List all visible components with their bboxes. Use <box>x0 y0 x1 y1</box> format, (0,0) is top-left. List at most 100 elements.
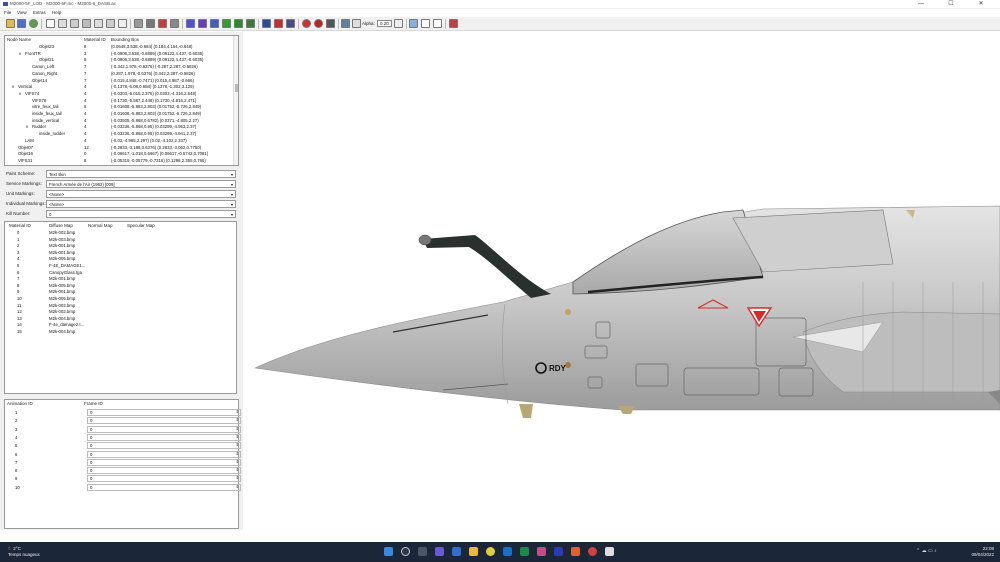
photoshop-icon[interactable] <box>554 547 563 556</box>
spinner-arrows-icon[interactable]: ⇕ <box>236 484 239 490</box>
material-row[interactable]: 12 M2k-002.bmp <box>5 309 235 316</box>
material-row[interactable]: 6 CanopyGlass.tga <box>5 270 235 277</box>
menu-file[interactable]: File <box>4 10 11 15</box>
explosion-icon[interactable] <box>314 19 323 28</box>
clock[interactable]: 22:08 09/04/2022 <box>971 546 994 558</box>
copy-icon[interactable] <box>394 19 403 28</box>
chrome-icon[interactable] <box>486 547 495 556</box>
tree-row[interactable]: inside_vertical 4 (-0.03505,-5.868,0.6782)… <box>5 118 235 125</box>
expand-chevron-icon[interactable]: v <box>12 84 14 91</box>
field-dropdown[interactable]: Text skin ▾ <box>46 170 236 178</box>
system-tray[interactable]: ⌃ ☁ ▭ ♪ <box>916 548 937 554</box>
material-row[interactable]: 3 M2k-001.bmp <box>5 250 235 257</box>
3d-viewport[interactable]: RDY <box>243 32 1000 530</box>
materials-table[interactable]: Material ID Diffuse Map Normal Map Specu… <box>4 221 237 394</box>
word-icon[interactable] <box>452 547 461 556</box>
tree-row[interactable]: VIFS31 6 (-0.05319,-0.05779,-0.7316) (0.12… <box>5 158 235 165</box>
lod-icon[interactable] <box>246 19 255 28</box>
spinner-arrows-icon[interactable]: ⇕ <box>236 467 239 473</box>
nodes-icon[interactable] <box>286 19 295 28</box>
tree-row[interactable]: Canon_Right 7 (0.287,1.978,-0.6376) (0.342… <box>5 71 235 78</box>
tree-row[interactable]: Objet07 12 (-0.2833,-3.188,0.6376) (0.2833… <box>5 145 235 152</box>
tree-row[interactable]: VIFS78 4 (-0.1730,-5.587,2.448) (0.1730,-4… <box>5 98 235 105</box>
spinner-arrows-icon[interactable]: ⇕ <box>236 426 239 432</box>
frame-spinner[interactable]: 0 ⇕ <box>87 433 241 441</box>
material-row[interactable]: 4 M2k-005.bmp <box>5 256 235 263</box>
chevron-up-icon[interactable]: ⌃ <box>916 548 920 554</box>
tree-scroll-thumb[interactable] <box>235 84 238 92</box>
maximize-button[interactable]: ☐ <box>940 0 962 9</box>
app-icon-2[interactable] <box>571 547 580 556</box>
spinner-arrows-icon[interactable]: ⇕ <box>236 442 239 448</box>
frame-spinner[interactable]: 0 ⇕ <box>87 458 241 466</box>
material-row[interactable]: 1 M2k-003.bmp <box>5 237 235 244</box>
frame-spinner[interactable]: 0 ⇕ <box>87 450 241 458</box>
layers-icon[interactable] <box>222 19 231 28</box>
tree-row[interactable]: vitre_feux_tail 6 (-0.01608,-5.883,2.803) … <box>5 104 235 111</box>
material-row[interactable]: 5 F-4E_DAMAGE1... <box>5 263 235 270</box>
chat-icon[interactable] <box>435 547 444 556</box>
menu-extras[interactable]: Extras <box>33 10 46 15</box>
tree-row[interactable]: Canon_Left 7 (-0.342,1.978,-0.6376) (-0.28… <box>5 64 235 71</box>
textured-icon[interactable] <box>158 19 167 28</box>
tree-row[interactable]: Objet14 7 (-0.015,4.848,-0.7471) (0.015,4.… <box>5 78 235 85</box>
view-front-icon[interactable] <box>58 19 67 28</box>
photos-icon[interactable] <box>537 547 546 556</box>
alpha-spinner[interactable]: 0.20 <box>377 20 392 27</box>
tree-row[interactable]: Objet16 0 (-0.06617,-1.018,0.6667) (0.0661… <box>5 151 235 158</box>
wireframe-icon[interactable] <box>134 19 143 28</box>
smoke-icon[interactable] <box>326 19 335 28</box>
solid-icon[interactable] <box>146 19 155 28</box>
tree-row[interactable]: v Vertical 4 (-0.1378,-6.08,0.658) (0.1378,… <box>5 84 235 91</box>
view-right-icon[interactable] <box>94 19 103 28</box>
tree-row[interactable]: Objet21 8 (-0.0906,3.538,-0.6889) (0.09122… <box>5 57 235 64</box>
view-bottom-icon[interactable] <box>118 19 127 28</box>
tools-icon[interactable] <box>449 19 458 28</box>
tree-row[interactable]: v VIFS74 4 (-0.0303,-6.015,2.376) (0.0303,-… <box>5 91 235 98</box>
axes-icon[interactable] <box>421 19 430 28</box>
paint-icon[interactable] <box>198 19 207 28</box>
chevron-down-icon[interactable]: ▾ <box>231 181 233 188</box>
effects-icon[interactable] <box>302 19 311 28</box>
tree-row[interactable]: LAM 4 (-0.02,-4.965,2.297) (0.02,-4.102,2.… <box>5 138 235 145</box>
tree-row[interactable]: inside_rudder 4 (-0.03236,-5.868,0.95) (0.… <box>5 131 235 138</box>
frame-spinner[interactable]: 0 ⇕ <box>87 483 241 491</box>
node-tree[interactable]: Node Name Material ID Bounding Box Objet… <box>4 35 239 166</box>
frame-spinner[interactable]: 0 ⇕ <box>87 467 241 475</box>
start-icon[interactable] <box>384 547 393 556</box>
field-dropdown[interactable]: <None> ▾ <box>46 190 236 198</box>
frame-spinner[interactable]: 0 ⇕ <box>87 409 241 416</box>
spinner-arrows-icon[interactable]: ⇕ <box>236 434 239 440</box>
close-button[interactable]: ✕ <box>970 0 992 9</box>
spinner-arrows-icon[interactable]: ⇕ <box>236 417 239 423</box>
camera-icon[interactable] <box>262 19 271 28</box>
color-mode-icon[interactable] <box>186 19 195 28</box>
menu-view[interactable]: View <box>17 10 27 15</box>
save-icon[interactable] <box>17 19 26 28</box>
export-icon[interactable] <box>433 19 442 28</box>
material-row[interactable]: 11 M2k-002.bmp <box>5 303 235 310</box>
material-row[interactable]: 2 M2k-001.bmp <box>5 243 235 250</box>
weather-widget[interactable]: ☾ 2°C Temps nuageux <box>8 546 40 557</box>
window-icon[interactable] <box>409 19 418 28</box>
chevron-down-icon[interactable]: ▾ <box>231 171 233 178</box>
frame-spinner[interactable]: 0 ⇕ <box>87 417 241 425</box>
spinner-arrows-icon[interactable]: ⇕ <box>236 409 239 415</box>
damage-icon[interactable] <box>234 19 243 28</box>
refresh-icon[interactable] <box>29 19 38 28</box>
field-dropdown[interactable]: 0 ▾ <box>46 210 236 218</box>
chevron-down-icon[interactable]: ▾ <box>231 211 233 218</box>
frame-spinner[interactable]: 0 ⇕ <box>87 475 241 483</box>
record-icon[interactable] <box>274 19 283 28</box>
app-icon-3[interactable] <box>588 547 597 556</box>
animations-table[interactable]: Animation ID Frame ID 1 0 ⇕ 2 0 ⇕ 3 0 ⇕ 4 0 ⇕ 5 0 ⇕ 6 0 ⇕… <box>4 399 241 529</box>
material-row[interactable]: 10 M2k-005.bmp <box>5 296 235 303</box>
spinner-arrows-icon[interactable]: ⇕ <box>236 459 239 465</box>
view-back-icon[interactable] <box>70 19 79 28</box>
minimize-button[interactable]: — <box>910 0 932 9</box>
chevron-down-icon[interactable]: ▾ <box>231 191 233 198</box>
open-folder-icon[interactable] <box>6 19 15 28</box>
file-explorer-icon[interactable] <box>469 547 478 556</box>
field-dropdown[interactable]: <None> ▾ <box>46 200 236 208</box>
material-row[interactable]: 7 M2k-001.bmp <box>5 276 235 283</box>
